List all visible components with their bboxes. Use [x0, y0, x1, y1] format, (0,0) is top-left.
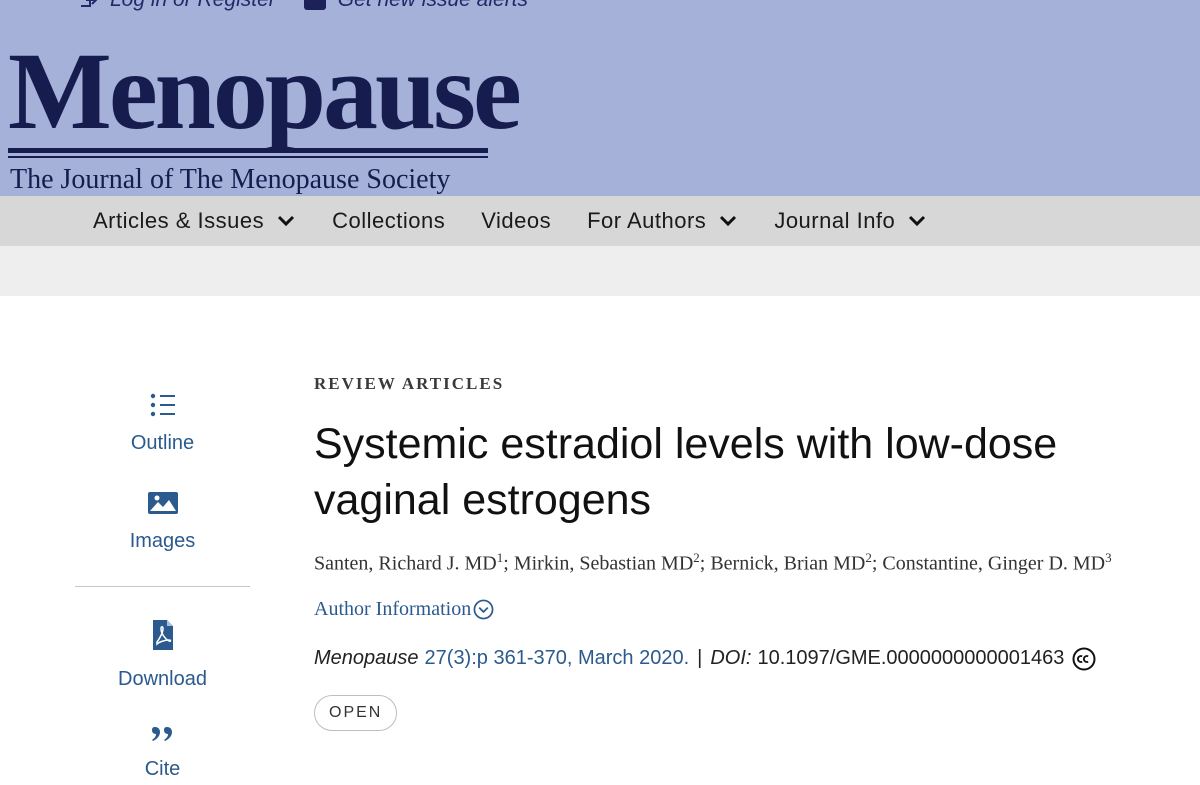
images-label: Images: [129, 530, 196, 552]
open-access-badge: OPEN: [314, 694, 398, 731]
author-affiliation: 2: [693, 550, 700, 565]
author-name: Mirkin, Sebastian MD: [513, 552, 694, 575]
author-information-toggle[interactable]: Author Information: [314, 598, 1184, 621]
logo-rule-thick: [8, 148, 488, 153]
download-button[interactable]: Download: [75, 620, 250, 691]
chevron-down-circle-icon: [473, 599, 494, 620]
main-nav: Articles & Issues Collections Videos For…: [0, 196, 1200, 246]
nav-label: For Authors: [587, 208, 707, 233]
nav-label: Articles & Issues: [93, 208, 265, 233]
logo-title: Menopause: [8, 30, 522, 152]
citation-line: Menopause 27(3):p 361-370, March 2020. |…: [314, 647, 1184, 671]
outline-button[interactable]: Outline: [75, 392, 250, 455]
issue-alerts-link[interactable]: Get new issue alerts: [303, 0, 528, 12]
mail-icon: [303, 0, 326, 10]
chevron-down-icon: [278, 215, 295, 227]
nav-articles-issues[interactable]: Articles & Issues: [93, 208, 296, 234]
journal-name: Menopause: [314, 647, 419, 670]
login-label: Log in or Register: [110, 0, 276, 12]
logo-rule-thin: [8, 156, 488, 158]
outline-label: Outline: [130, 432, 195, 454]
nav-label: Journal Info: [774, 208, 896, 233]
author-affiliation: 2: [865, 550, 872, 565]
cite-button[interactable]: Cite: [75, 726, 250, 781]
logo-subtitle: The Journal of The Menopause Society: [10, 164, 451, 195]
volume-issue-link[interactable]: 27(3):p 361-370, March 2020.: [425, 647, 690, 670]
doi-value: 10.1097/GME.0000000000001463: [757, 647, 1065, 670]
doi-label: DOI:: [710, 647, 752, 670]
article-title: Systemic estradiol levels with low-dose …: [314, 420, 1058, 524]
login-link[interactable]: Log in or Register: [78, 0, 276, 12]
author-affiliation: 1: [496, 550, 504, 565]
images-button[interactable]: Images: [75, 492, 250, 553]
cite-label: Cite: [144, 758, 181, 780]
nav-videos[interactable]: Videos: [481, 208, 551, 234]
citation-separator: |: [697, 647, 703, 670]
pdf-icon: [152, 620, 173, 650]
creative-commons-icon[interactable]: [1072, 647, 1096, 671]
author-affiliation: 3: [1105, 550, 1112, 565]
download-label: Download: [118, 668, 207, 690]
journal-logo[interactable]: Menopause The Journal of The Menopause S…: [8, 30, 522, 195]
author-name: Bernick, Brian MD: [710, 552, 866, 575]
author-list: Santen, Richard J. MD1; Mirkin, Sebastia…: [314, 550, 1112, 575]
nav-label: Videos: [481, 208, 552, 233]
chevron-down-icon: [909, 215, 926, 227]
top-links: Log in or Register Get new issue alerts: [78, 0, 528, 12]
sidebar-divider: [75, 586, 250, 587]
outline-list-icon: [150, 393, 175, 417]
author-name: Constantine, Ginger D. MD: [882, 552, 1106, 575]
nav-for-authors[interactable]: For Authors: [587, 208, 738, 234]
site-banner: Log in or Register Get new issue alerts …: [0, 0, 1200, 196]
nav-collections[interactable]: Collections: [332, 208, 445, 234]
article-section-label: REVIEW ARTICLES: [314, 374, 505, 393]
article-header: REVIEW ARTICLES Systemic estradiol level…: [314, 374, 1184, 731]
issue-alerts-label: Get new issue alerts: [338, 0, 528, 12]
nav-label: Collections: [332, 208, 446, 233]
chevron-down-icon: [720, 215, 737, 227]
secondary-bar: [0, 246, 1200, 296]
quote-icon: [151, 727, 172, 741]
nav-journal-info[interactable]: Journal Info: [774, 208, 927, 234]
login-icon: [81, 0, 98, 7]
author-name: Santen, Richard J. MD: [314, 552, 497, 575]
author-information-label: Author Information: [314, 597, 472, 620]
image-icon: [147, 492, 178, 514]
